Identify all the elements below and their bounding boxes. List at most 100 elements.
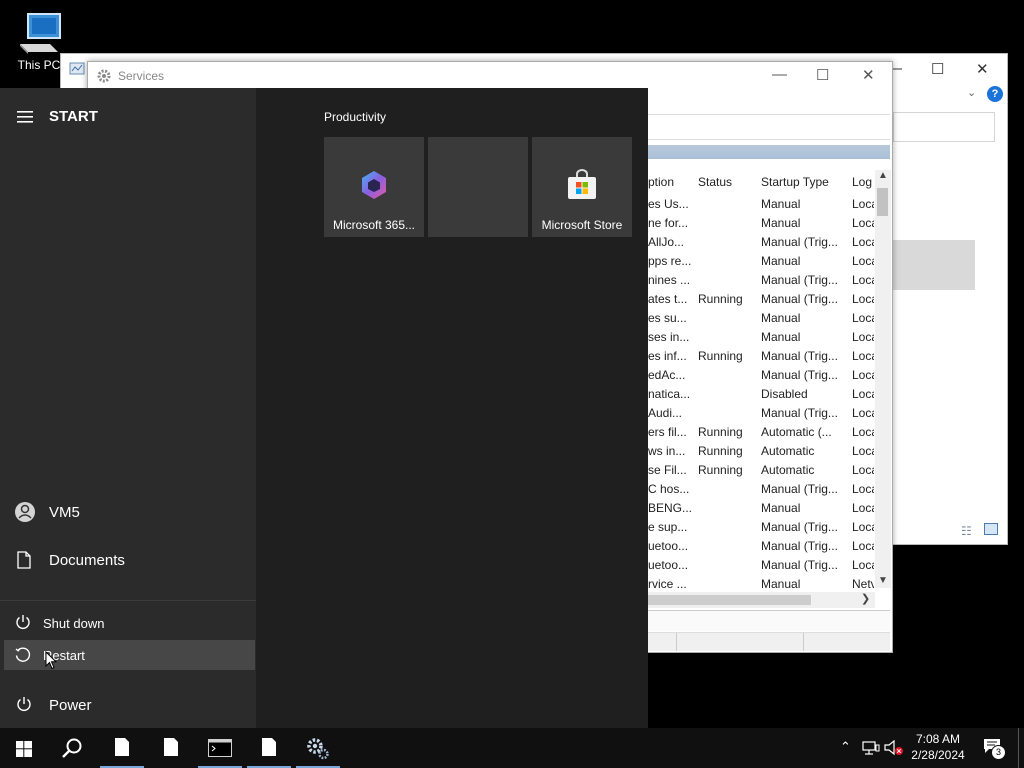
this-pc-icon [20, 13, 61, 54]
table-cell: Manual (Trig... [761, 406, 838, 420]
table-cell: Automatic (... [761, 425, 832, 439]
tile-label: Microsoft 365... [332, 218, 416, 232]
table-cell: uetoo... [648, 539, 689, 553]
table-cell: ws in... [648, 444, 686, 458]
power-label: Power [49, 697, 92, 714]
minimize-icon[interactable]: — [772, 66, 787, 83]
documents-label: Documents [49, 552, 125, 569]
taskbar-app-file-2[interactable] [147, 728, 195, 768]
taskbar-app-services[interactable] [294, 728, 342, 768]
table-cell: Automatic [761, 463, 815, 477]
table-cell: Loca [852, 463, 874, 477]
table-cell: Loca [852, 216, 874, 230]
chevron-down-icon[interactable]: ⌄ [967, 86, 976, 99]
start-menu-nav: START VM5 Documents Shut down Restart Po… [0, 88, 256, 728]
network-icon[interactable] [862, 740, 880, 756]
tile-microsoft-365[interactable]: Microsoft 365... [324, 137, 424, 237]
table-cell: Loca [852, 482, 874, 496]
table-cell: ne for... [648, 216, 689, 230]
power-submenu: Shut down Restart [0, 600, 256, 677]
taskbar-app-file-3[interactable] [245, 728, 293, 768]
scroll-down-icon[interactable]: ▼ [878, 575, 888, 586]
shut-down-option[interactable]: Shut down [0, 610, 256, 636]
maximize-icon[interactable]: ☐ [931, 60, 944, 78]
large-icons-view-icon[interactable] [984, 523, 998, 535]
table-cell: Manual (Trig... [761, 482, 838, 496]
table-cell: Loca [852, 520, 874, 534]
table-cell: Manual [761, 197, 801, 211]
start-button[interactable] [0, 728, 48, 768]
user-account-item[interactable]: VM5 [0, 496, 256, 528]
vertical-scrollbar[interactable]: ▲ ▼ [875, 170, 891, 588]
volume-muted-icon[interactable] [884, 740, 904, 756]
horizontal-scrollbar[interactable]: ❯ [648, 592, 875, 608]
action-center-button[interactable]: 3 [980, 737, 1006, 761]
taskbar: ⌃ 7:08 AM 2/28/2024 3 [0, 728, 1024, 768]
close-icon[interactable]: ✕ [862, 66, 875, 84]
selected-panel [893, 240, 975, 290]
column-description[interactable]: ption [648, 175, 674, 189]
show-hidden-icons-chevron-icon[interactable]: ⌃ [840, 739, 851, 755]
start-header: START [49, 108, 98, 125]
table-cell: Loca [852, 387, 874, 401]
clock-time: 7:08 AM [915, 732, 961, 746]
close-icon[interactable]: ✕ [976, 60, 989, 78]
search-icon [62, 738, 82, 758]
table-cell: Loca [852, 197, 874, 211]
scroll-up-icon[interactable]: ▲ [878, 170, 888, 181]
mouse-cursor-icon [45, 651, 57, 670]
table-cell: AllJo... [648, 235, 685, 249]
table-cell: Manual (Trig... [761, 368, 838, 382]
table-cell: Manual (Trig... [761, 349, 838, 363]
table-cell: Netv [852, 577, 874, 591]
taskbar-app-file-1[interactable] [98, 728, 146, 768]
restart-option[interactable]: Restart [4, 640, 255, 670]
column-log-on-as[interactable]: Log [852, 175, 874, 189]
windows-logo-icon [16, 741, 32, 757]
user-avatar-icon [15, 502, 35, 522]
table-cell: se Fil... [648, 463, 687, 477]
table-cell: edAc... [648, 368, 686, 382]
table-cell: Running [698, 349, 743, 363]
table-cell: Loca [852, 539, 874, 553]
details-view-icon[interactable]: ☷ [961, 524, 972, 538]
help-icon[interactable]: ? [987, 86, 1003, 102]
gear-icon [307, 738, 329, 760]
hamburger-menu-icon[interactable] [17, 111, 33, 123]
tile-empty[interactable] [428, 137, 528, 237]
restart-icon [15, 647, 31, 662]
user-name: VM5 [49, 504, 80, 521]
column-status[interactable]: Status [698, 175, 732, 189]
h-scroll-thumb[interactable] [648, 595, 811, 605]
table-cell: Loca [852, 292, 874, 306]
table-cell: ses in... [648, 330, 690, 344]
table-cell: Loca [852, 368, 874, 382]
table-cell: es inf... [648, 349, 687, 363]
toolbar-strip [648, 114, 890, 140]
power-icon [16, 615, 30, 629]
maximize-icon[interactable]: ☐ [816, 66, 829, 84]
file-icon [115, 738, 129, 756]
table-cell: Running [698, 463, 743, 477]
scroll-right-icon[interactable]: ❯ [861, 592, 870, 605]
file-icon [262, 738, 276, 756]
table-cell: Manual (Trig... [761, 292, 838, 306]
power-item[interactable]: Power [0, 688, 256, 720]
clock[interactable]: 7:08 AM 2/28/2024 [906, 731, 970, 763]
tile-microsoft-store[interactable]: Microsoft Store [532, 137, 632, 237]
table-cell: Loca [852, 558, 874, 572]
table-cell: Loca [852, 273, 874, 287]
power-icon [17, 697, 31, 711]
search-button[interactable] [48, 728, 96, 768]
app-icon [69, 62, 85, 75]
table-cell: BENG... [648, 501, 693, 515]
column-startup-type[interactable]: Startup Type [761, 175, 829, 189]
address-field[interactable] [893, 112, 995, 142]
scroll-thumb[interactable] [877, 188, 888, 216]
documents-item[interactable]: Documents [0, 544, 256, 576]
table-cell: Running [698, 425, 743, 439]
table-cell: Loca [852, 254, 874, 268]
window-title: Services [118, 69, 165, 83]
show-desktop-button[interactable] [1018, 728, 1019, 768]
taskbar-app-terminal[interactable] [196, 728, 244, 768]
